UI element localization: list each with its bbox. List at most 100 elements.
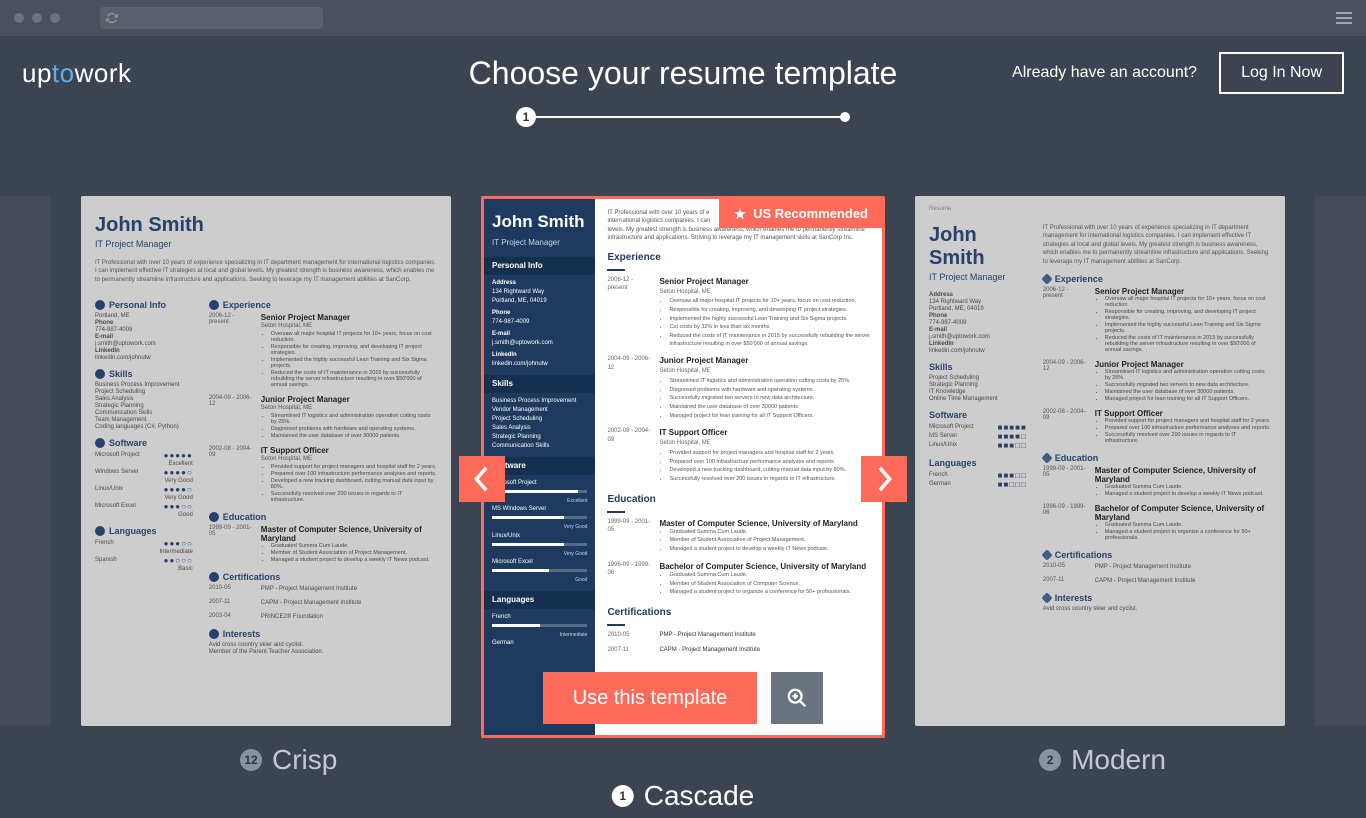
email-value: j.smith@uptowork.com	[492, 339, 587, 348]
cert-icon	[209, 572, 219, 582]
edu-bullet: Managed a student project to develop a w…	[669, 546, 857, 554]
skill-item: Strategic Planning	[95, 403, 193, 409]
template-card-crisp[interactable]: John Smith IT Project Manager IT Profess…	[81, 196, 451, 726]
job-bullet: Provided support for project managers an…	[271, 464, 437, 470]
section-education: Education	[223, 512, 267, 522]
template-label-modern[interactable]: 2 Modern	[1039, 744, 1166, 776]
job-bullet: Prepared over 100 infrastructure perform…	[669, 459, 846, 467]
cert-title: PMP - Project Management Institute	[261, 586, 357, 592]
template-name: Cascade	[644, 780, 755, 812]
job-bullet: Successfully resolved over 200 issues in…	[271, 491, 437, 503]
template-card-modern[interactable]: Resume John Smith IT Project Manager Add…	[915, 196, 1285, 726]
template-label-cascade[interactable]: 1 Cascade	[612, 780, 755, 812]
use-template-button[interactable]: Use this template	[543, 672, 758, 724]
template-card-cascade[interactable]: US Recommended John Smith IT Project Man…	[481, 196, 885, 738]
job-bullet: Successfully resolved over 200 issues in…	[1105, 432, 1271, 444]
heart-icon	[1041, 592, 1052, 603]
logo-part-2: to	[52, 58, 75, 88]
section-certs: Certifications	[223, 572, 281, 582]
url-bar[interactable]	[100, 7, 323, 29]
menu-icon[interactable]	[1336, 12, 1352, 24]
resume-name: John Smith	[929, 224, 1027, 270]
page-title: Choose your resume template	[469, 55, 898, 92]
edu-bullet: Managed a student project to develop a w…	[1105, 491, 1271, 497]
skill-item: Project Scheduling	[492, 415, 587, 424]
carousel-next-button[interactable]	[861, 456, 907, 502]
template-number: 12	[240, 749, 262, 771]
rating-dots: ●●●●●	[164, 451, 193, 460]
software-rating: Very Good	[492, 551, 587, 559]
carousel-prev-button[interactable]	[459, 456, 505, 502]
job-title: Junior Project Manager	[261, 395, 437, 404]
skill-item: Coding languages (C#, Python)	[95, 424, 193, 430]
edu-dates: 1999-09 - 2001-05	[607, 518, 651, 555]
skill-item: Vendor Management	[492, 406, 587, 415]
job-bullet: Developed a new tracking dashboard, cutt…	[669, 467, 846, 475]
cert-title: PMP - Project Management Institute	[1095, 564, 1191, 570]
edu-bullet: Graduated Summa Cum Laude.	[669, 529, 857, 537]
lang-name: French	[929, 472, 948, 479]
address-label: Address	[492, 280, 516, 286]
skill-item: Online Time Management	[929, 396, 1027, 402]
resume-role: IT Project Manager	[95, 239, 437, 249]
maximize-dot[interactable]	[50, 13, 60, 23]
email-value: j.smith@uptowork.com	[929, 334, 1027, 340]
skill-item: Communication Skills	[492, 442, 587, 451]
cert-title: PMP - Project Management Institute	[659, 631, 755, 639]
section-interests: Interests	[223, 629, 261, 639]
zoom-button[interactable]	[771, 672, 823, 724]
rating-dots: ●●●●○	[164, 485, 193, 494]
job-company: Seton Hospital, ME	[659, 367, 850, 375]
interest-line: Avid cross country skier and cyclist.	[1043, 606, 1271, 612]
job-bullet: Responsible for creating, improving, and…	[669, 307, 870, 315]
job-company: Seton Hospital, ME	[261, 456, 437, 462]
section-languages: Languages	[484, 591, 595, 609]
cert-dates: 2010-05	[607, 631, 651, 639]
minimize-dot[interactable]	[32, 13, 42, 23]
book-icon	[1041, 452, 1052, 463]
template-ghost-left	[0, 196, 51, 726]
job-title: Senior Project Manager	[1095, 287, 1271, 296]
email-value: j.smith@uptowork.com	[95, 341, 193, 347]
skill-item: IT Knowledge	[929, 389, 1027, 395]
job-company: Seton Hospital, ME	[659, 288, 870, 296]
edu-bullet: Member of Student Association of Project…	[669, 537, 857, 545]
section-education: Education	[607, 493, 870, 507]
job-title: Junior Project Manager	[659, 355, 850, 366]
skill-bar	[492, 543, 587, 546]
software-name: MS Server	[929, 433, 957, 440]
section-education: Education	[1055, 453, 1099, 463]
section-experience: Experience	[223, 300, 271, 310]
linkedin-label: LinkedIn	[95, 348, 120, 354]
email-label: E-mail	[492, 331, 510, 337]
job-bullet: Streamlined IT logistics and administrat…	[271, 413, 437, 425]
edu-title: Bachelor of Computer Science, University…	[1095, 504, 1271, 522]
linkedin-label: LinkedIn	[492, 352, 517, 358]
resume-name: John Smith	[95, 214, 437, 237]
rating-dots: ■■□□□	[998, 480, 1027, 489]
app-header: uptowork Choose your resume template Alr…	[0, 36, 1366, 110]
login-button[interactable]: Log In Now	[1219, 52, 1344, 94]
progress-step-2	[840, 112, 850, 122]
section-software: Software	[929, 410, 1027, 420]
job-bullet: Maintained the user database of over 300…	[669, 404, 850, 412]
gear-icon	[95, 369, 105, 379]
job-title: IT Support Officer	[1095, 409, 1271, 418]
section-experience: Experience	[1055, 274, 1103, 284]
monitor-icon	[95, 438, 105, 448]
template-label-crisp[interactable]: 12 Crisp	[240, 744, 337, 776]
resume-summary: IT Professional with over 10 years of ex…	[95, 259, 437, 284]
close-dot[interactable]	[14, 13, 24, 23]
job-dates: 2006-12 - present	[209, 313, 253, 389]
edu-bullet: Graduated Summa Cum Laude.	[669, 572, 866, 580]
software-rating: Good	[95, 512, 193, 518]
template-carousel: John Smith IT Project Manager IT Profess…	[0, 196, 1366, 738]
address-label: Address	[929, 292, 953, 298]
job-title: Junior Project Manager	[1095, 360, 1271, 369]
cert-dates: 2003-04	[209, 613, 253, 621]
logo[interactable]: uptowork	[22, 58, 132, 89]
software-name: Microsoft Project	[492, 479, 587, 488]
window-controls	[14, 13, 60, 23]
cert-dates: 2007-11	[1043, 577, 1087, 585]
rating-dots: ■■■■□	[998, 432, 1027, 441]
